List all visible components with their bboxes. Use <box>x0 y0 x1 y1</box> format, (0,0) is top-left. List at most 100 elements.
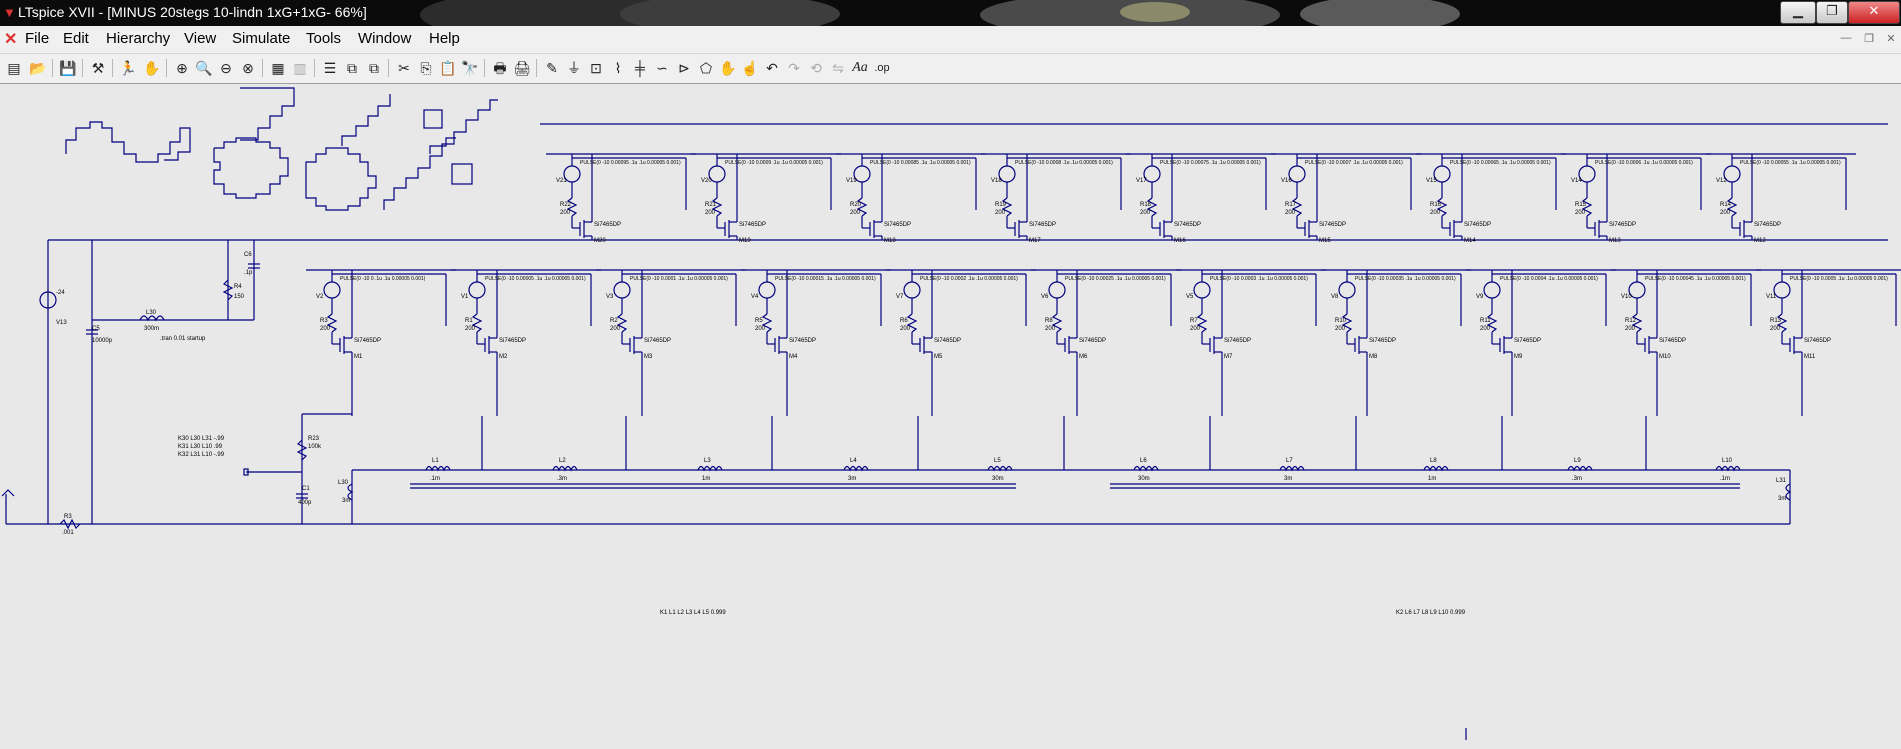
lower-3-resistor-name: R5 <box>755 318 763 324</box>
mdi-minimize-icon[interactable]: — <box>1838 32 1854 46</box>
upper-2-resistor-value: 200 <box>850 210 861 216</box>
upper-5-source-name: V16 <box>1281 178 1292 184</box>
menu-window[interactable]: Window <box>358 30 411 47</box>
l10-name: L30 <box>146 310 157 316</box>
upper-7-resistor-name: R15 <box>1575 202 1587 208</box>
lower-8-pulse-source-symbol <box>1483 281 1501 299</box>
zoom-fit-icon[interactable]: ⊗ <box>238 58 258 78</box>
lower-2-pulse-label: PULSE(0 -10 0.0001 .1u .1u 0.00005 0.001… <box>630 276 728 282</box>
upper-4-resistor-value: 200 <box>1140 210 1151 216</box>
lower-8-pulse-label: PULSE(0 -10 0.0004 .1u .1u 0.00005 0.001… <box>1500 276 1598 282</box>
save-icon[interactable]: 💾 <box>58 58 78 78</box>
menu-view[interactable]: View <box>184 30 216 47</box>
control-panel-icon[interactable]: ⚒ <box>88 58 108 78</box>
capacitor-icon[interactable]: ╪ <box>630 58 650 78</box>
document-icon[interactable]: ✕ <box>4 29 17 49</box>
lower-2-resistor-value: 200 <box>610 326 621 332</box>
new-schematic-icon[interactable]: ▤ <box>4 58 24 78</box>
menu-help[interactable]: Help <box>429 30 460 47</box>
lower-5-source-name: V6 <box>1041 294 1049 300</box>
inductor-L3-value: 1m <box>702 476 710 482</box>
doodle-circle-a <box>213 137 289 199</box>
upper-6-pulse-label: PULSE(0 -10 0.00065 .1u .1u 0.00005 0.00… <box>1450 160 1551 166</box>
mdi-restore-icon[interactable]: ❐ <box>1861 32 1877 46</box>
lower-4-mosfet-model: Si7465DP <box>934 338 961 344</box>
lower-5-pulse-label: PULSE(0 -10 0.00025 .1u .1u 0.00005 0.00… <box>1065 276 1166 282</box>
upper-4-mosfet-name: M16 <box>1174 238 1186 244</box>
c5-value: 10000p <box>92 338 113 344</box>
rotate-icon[interactable]: ⟲ <box>806 58 826 78</box>
close-icon: ✕ <box>1868 3 1880 18</box>
undo-icon[interactable]: ↶ <box>762 58 782 78</box>
inductor-icon[interactable]: ∽ <box>652 58 672 78</box>
upper-6-resistor-name: R16 <box>1430 202 1442 208</box>
ground-icon[interactable]: ⏚ <box>564 58 584 78</box>
lower-7-pulse-label: PULSE(0 -10 0.00035 .1u .1u 0.00005 0.00… <box>1355 276 1456 282</box>
mdi-close-icon[interactable]: ✕ <box>1883 32 1899 46</box>
upper-2-source-name: V19 <box>846 178 857 184</box>
resistor-icon[interactable]: ⌇ <box>608 58 628 78</box>
menu-tools[interactable]: Tools <box>306 30 341 47</box>
print-icon[interactable]: 🖨 <box>512 58 532 78</box>
upper-5-pulse-label: PULSE(0 -10 0.0007 .1u .1u 0.00005 0.001… <box>1305 160 1403 166</box>
minimize-icon: ▁ <box>1793 3 1803 18</box>
find-icon[interactable]: 🔭 <box>460 58 480 78</box>
move-icon[interactable]: ✋ <box>718 58 738 78</box>
lower-0-mosfet-name: M1 <box>354 354 363 360</box>
restore-button[interactable]: ❐ <box>1816 1 1848 24</box>
menu-edit[interactable]: Edit <box>63 30 89 47</box>
title-bar: ▼ LTspice XVII - [MINUS 20stegs 10-lindn… <box>0 0 1901 26</box>
dynamic-elements: PULSE(0 -10 0.00095 .1u .1u 0.00005 0.00… <box>306 153 1901 482</box>
schematic-drawing[interactable]: PULSE(0 -10 0.00095 .1u .1u 0.00005 0.00… <box>0 84 1901 744</box>
drag-icon[interactable]: ☝ <box>740 58 760 78</box>
menu-hierarchy[interactable]: Hierarchy <box>106 30 170 47</box>
draw-wire-icon[interactable]: ✎ <box>542 58 562 78</box>
zoom-in-icon[interactable]: ⊕ <box>172 58 192 78</box>
lower-4-resistor-value: 200 <box>900 326 911 332</box>
close-button[interactable]: ✕ <box>1848 1 1900 24</box>
paste-icon[interactable]: 📋 <box>438 58 458 78</box>
mirror-icon[interactable]: ⇋ <box>828 58 848 78</box>
copy-icon[interactable]: ⎘ <box>416 58 436 78</box>
print-preview-icon[interactable]: 🖶 <box>490 58 510 78</box>
text-icon[interactable]: Aa <box>850 58 870 78</box>
menu-simulate[interactable]: Simulate <box>232 30 290 47</box>
restore-icon: ❐ <box>1826 3 1838 18</box>
upper-0-source-name: V21 <box>556 178 567 184</box>
autorange-icon[interactable]: ▦ <box>268 58 288 78</box>
tile-horizontal-icon[interactable]: ☰ <box>320 58 340 78</box>
grid-icon[interactable]: ▥ <box>290 58 310 78</box>
doodle-link <box>429 137 456 154</box>
c6-value: .1p <box>244 270 253 276</box>
upper-4-pulse-label: PULSE(0 -10 0.00075 .1u .1u 0.00005 0.00… <box>1160 160 1261 166</box>
c1-value: 400p <box>298 500 312 506</box>
diode-icon[interactable]: ⊳ <box>674 58 694 78</box>
upper-0-resistor-value: 200 <box>560 210 571 216</box>
zoom-out-icon[interactable]: ⊖ <box>216 58 236 78</box>
redo-icon[interactable]: ↷ <box>784 58 804 78</box>
minimize-button[interactable]: ▁ <box>1780 1 1816 24</box>
lower-1-source-name: V1 <box>461 294 469 300</box>
spice-directive-icon[interactable]: .op <box>872 58 892 78</box>
lower-3-pulse-label: PULSE(0 -10 0.00015 .1u .1u 0.00005 0.00… <box>775 276 876 282</box>
schematic-canvas[interactable]: PULSE(0 -10 0.00095 .1u .1u 0.00005 0.00… <box>0 84 1901 744</box>
v13-value: -24 <box>56 290 65 296</box>
open-icon[interactable]: 📂 <box>28 58 48 78</box>
lower-0-pulse-label: PULSE(0 -10 0 .1u .1u 0.00005 0.001) <box>340 276 426 282</box>
l30-name: L30 <box>338 480 349 486</box>
lower-8-mosfet-name: M9 <box>1514 354 1523 360</box>
halt-icon[interactable]: ✋ <box>142 58 162 78</box>
pan-icon[interactable]: 🔍 <box>194 58 214 78</box>
upper-5-mosfet-model: Si7465DP <box>1319 222 1346 228</box>
run-icon[interactable]: 🏃 <box>118 58 138 78</box>
lower-9-resistor-value: 200 <box>1625 326 1636 332</box>
cascade-icon[interactable]: ⧉ <box>364 58 384 78</box>
lower-0-pulse-source-symbol <box>323 281 341 299</box>
label-net-icon[interactable]: ⊡ <box>586 58 606 78</box>
cut-icon[interactable]: ✂ <box>394 58 414 78</box>
tile-vertical-icon[interactable]: ⧉ <box>342 58 362 78</box>
upper-5-resistor-name: R17 <box>1285 202 1297 208</box>
menu-file[interactable]: File <box>25 30 49 47</box>
upper-6-resistor-value: 200 <box>1430 210 1441 216</box>
component-icon[interactable]: ⬠ <box>696 58 716 78</box>
